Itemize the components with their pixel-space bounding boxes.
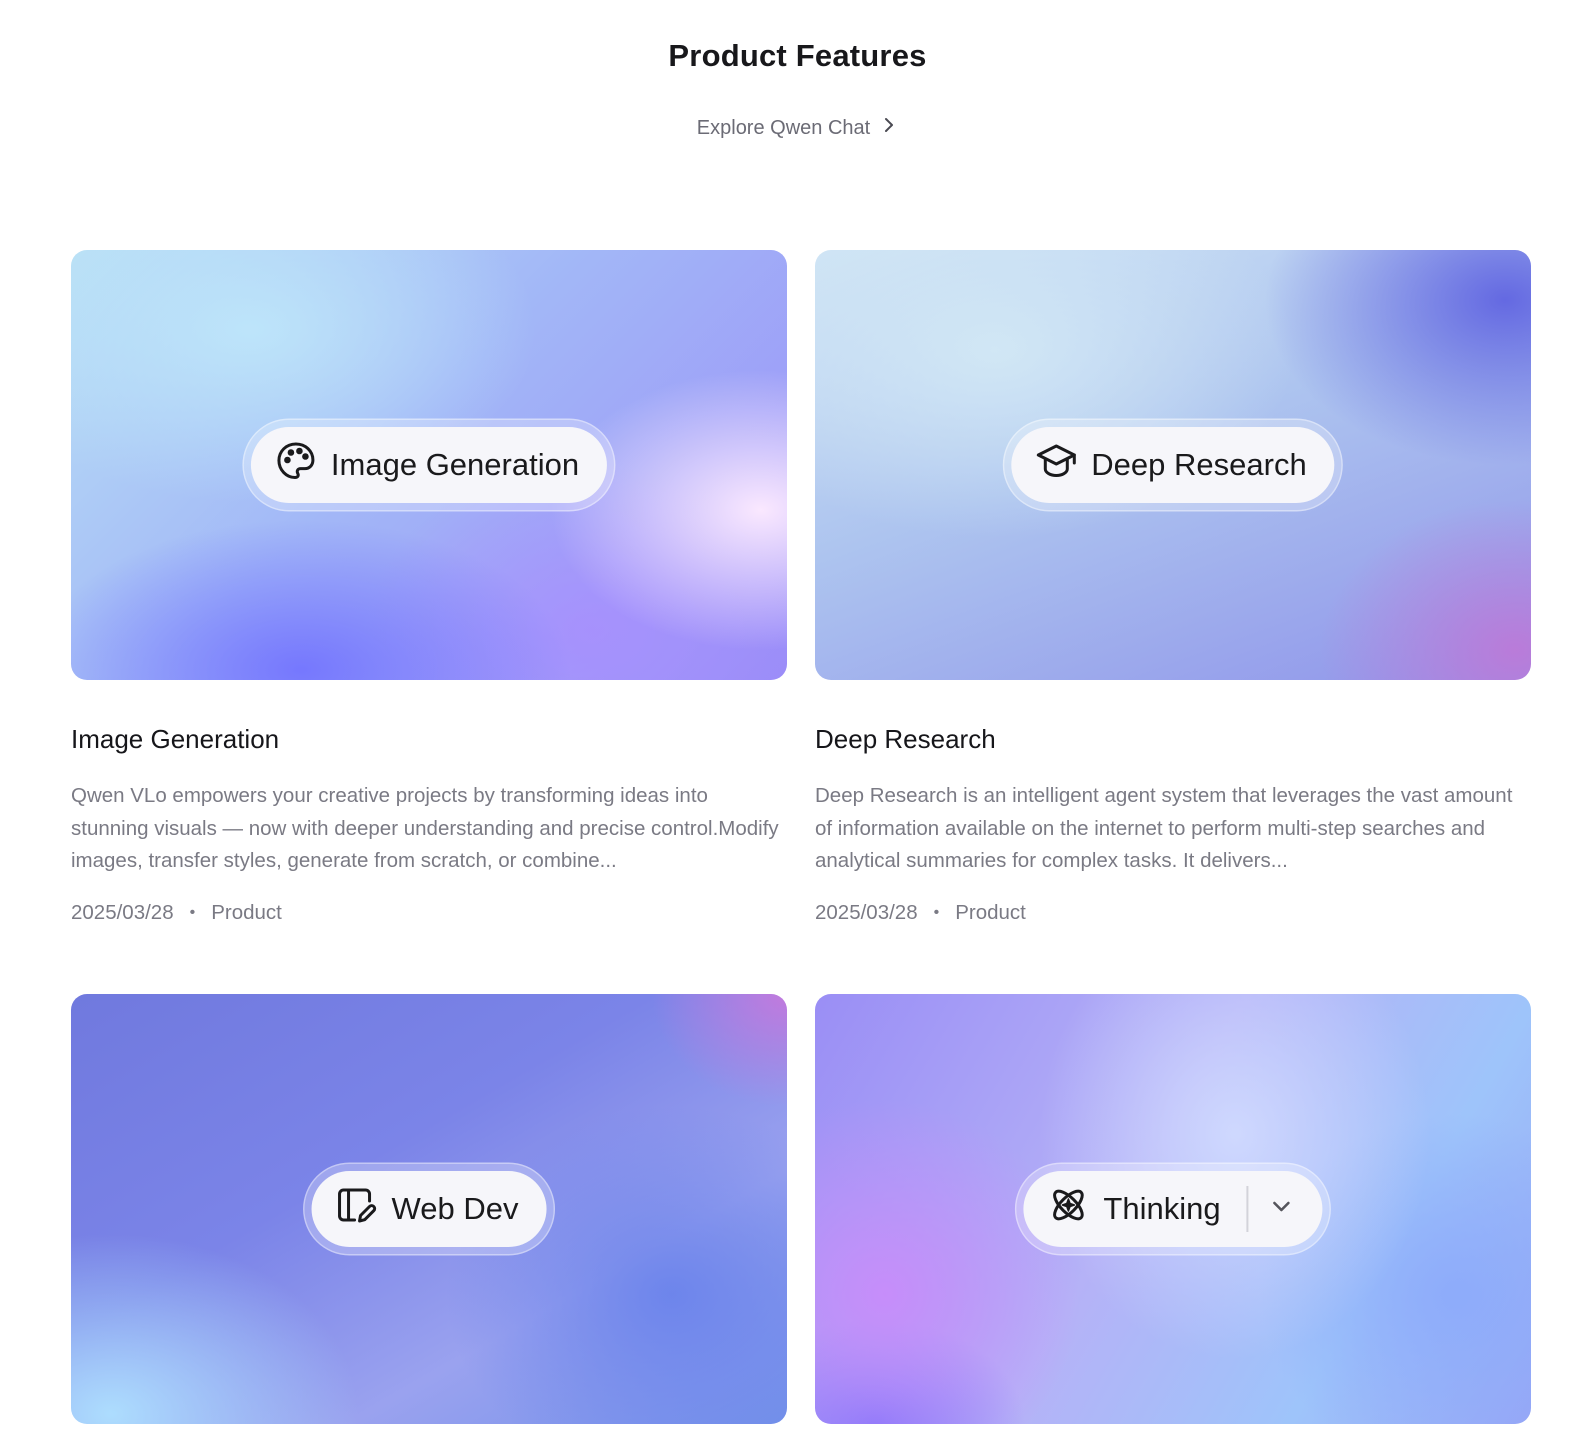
graduation-cap-icon xyxy=(1035,440,1077,490)
card-date: 2025/03/28 xyxy=(815,901,918,924)
card-cover-image[interactable]: Deep Research xyxy=(815,250,1531,680)
cover-pill-label: Deep Research xyxy=(1091,447,1307,482)
cover-pill-label: Thinking xyxy=(1103,1191,1221,1226)
explore-qwen-chat-link[interactable]: Explore Qwen Chat xyxy=(0,116,1595,140)
card-meta: 2025/03/28 • Product xyxy=(71,901,787,925)
feature-card-image-generation[interactable]: Image Generation Image Generation Qwen V… xyxy=(71,250,787,925)
card-description: Deep Research is an intelligent agent sy… xyxy=(815,784,1513,872)
card-date: 2025/03/28 xyxy=(71,901,174,924)
card-cover-image[interactable]: Thinking xyxy=(815,994,1531,1424)
meta-separator: • xyxy=(189,904,196,921)
cover-pill: Image Generation xyxy=(250,427,608,503)
feature-card-deep-research[interactable]: Deep Research Deep Research Deep Researc… xyxy=(815,250,1531,925)
card-meta: 2025/03/28 • Product xyxy=(815,901,1531,925)
cover-pill-label: Web Dev xyxy=(391,1191,519,1226)
cover-pill: Web Dev xyxy=(311,1171,547,1247)
card-cover-image[interactable]: Web Dev xyxy=(71,994,787,1424)
web-dev-edit-icon xyxy=(336,1184,378,1234)
feature-card-web-dev[interactable]: Web Dev xyxy=(71,994,787,1424)
atom-sparkle-icon xyxy=(1047,1184,1089,1234)
cover-pill-halo: Image Generation xyxy=(243,420,615,510)
cover-pill: Thinking xyxy=(1023,1171,1323,1247)
chevron-right-icon xyxy=(880,116,898,140)
page-title: Product Features xyxy=(668,38,927,73)
card-cover-image[interactable]: Image Generation xyxy=(71,250,787,680)
palette-icon xyxy=(275,440,317,490)
card-title[interactable]: Deep Research xyxy=(815,723,1531,755)
card-category: Product xyxy=(955,901,1026,924)
explore-link-label: Explore Qwen Chat xyxy=(696,116,871,139)
cover-pill-halo: Thinking xyxy=(1016,1164,1330,1254)
card-description: Qwen VLo empowers your creative projects… xyxy=(71,784,779,872)
chevron-down-icon xyxy=(1269,1191,1295,1227)
meta-separator: • xyxy=(933,904,940,921)
cover-pill-label: Image Generation xyxy=(330,447,580,482)
cover-pill-halo: Deep Research xyxy=(1004,420,1342,510)
cover-pill-halo: Web Dev xyxy=(304,1164,554,1254)
pill-divider xyxy=(1246,1186,1249,1232)
feature-card-thinking[interactable]: Thinking xyxy=(815,994,1531,1424)
card-category: Product xyxy=(211,901,282,924)
cover-pill: Deep Research xyxy=(1011,427,1335,503)
card-title[interactable]: Image Generation xyxy=(71,723,787,755)
